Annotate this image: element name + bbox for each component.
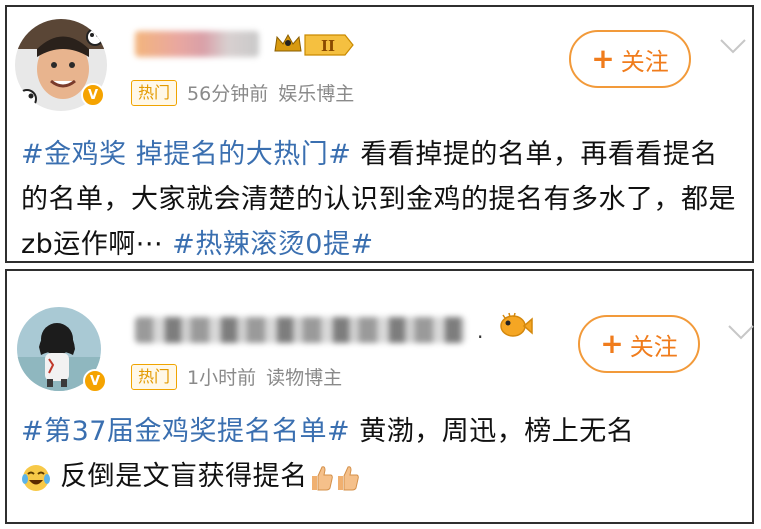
level-crown-badge-icon: II [271, 31, 357, 59]
verified-badge-icon: V [81, 83, 105, 107]
hot-tag[interactable]: 热门 [131, 363, 178, 390]
username-suffix: . [477, 319, 484, 343]
follow-button[interactable]: + 关注 [578, 315, 700, 373]
follow-button[interactable]: + 关注 [569, 30, 691, 88]
pufferfish-icon [497, 311, 533, 341]
follow-label: 关注 [629, 332, 678, 361]
blurred-username[interactable] [135, 31, 259, 57]
author-role: 娱乐博主 [278, 83, 355, 105]
post-time: 1小时前 [187, 367, 257, 389]
verified-badge-icon: V [83, 369, 107, 393]
hashtag-link[interactable]: #热辣滚烫0提# [172, 229, 373, 260]
thumbs-up-icon [337, 465, 359, 490]
post-meta: 热门 1小时前 读物博主 [131, 363, 342, 390]
plus-icon: + [591, 42, 615, 75]
hot-tag[interactable]: 热门 [131, 79, 178, 106]
post-time: 56分钟前 [187, 83, 269, 105]
level-text: II [321, 37, 335, 55]
post-body-text: 反倒是文盲获得提名 [60, 461, 308, 492]
post-meta: 热门 56分钟前 娱乐博主 [131, 79, 354, 106]
author-role: 读物博主 [266, 367, 343, 389]
weibo-post-2: V . 热门 1小时前 读物博主 + 关注 #第37届金鸡奖提名名单# 黄渤，周… [5, 269, 754, 524]
chevron-down-icon[interactable] [727, 323, 755, 341]
thumbs-up-icon [311, 465, 333, 490]
post-body-text: 黄渤，周迅，榜上无名 [350, 416, 635, 447]
plus-icon: + [600, 327, 624, 360]
hashtag-link[interactable]: #第37届金鸡奖提名名单# [21, 416, 350, 447]
post-content: #金鸡奖 掉提名的大热门# 看看掉提的名单，再看看提名的名单，大家就会清楚的认识… [21, 132, 742, 267]
follow-label: 关注 [620, 47, 669, 76]
blurred-username[interactable] [135, 317, 465, 343]
post-content: #第37届金鸡奖提名名单# 黄渤，周迅，榜上无名 反倒是文盲获得提名 [21, 409, 742, 499]
laughing-tears-emoji-icon [22, 464, 50, 491]
hashtag-link[interactable]: #金鸡奖 掉提名的大热门# [21, 139, 351, 170]
weibo-post-1: V II 热门 56分钟前 娱乐博主 + 关注 #金鸡奖 掉提名的大热门# 看看… [5, 5, 754, 263]
chevron-down-icon[interactable] [719, 37, 747, 55]
